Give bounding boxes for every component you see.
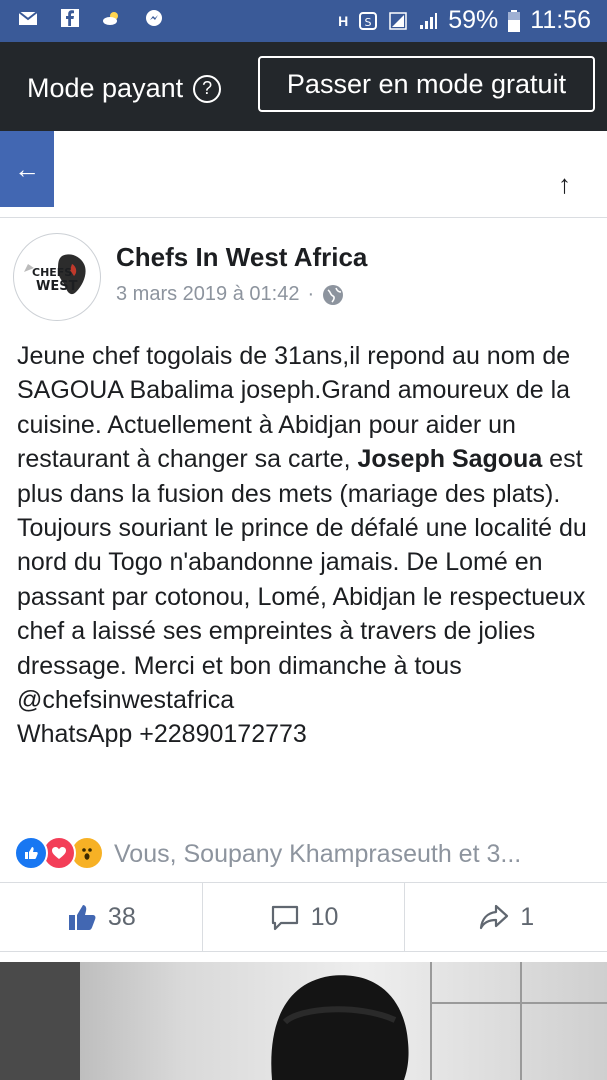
network-type-icon: H xyxy=(338,12,349,29)
paid-mode-label: Mode payant ? xyxy=(27,73,222,104)
svg-text:WEST: WEST xyxy=(36,279,78,294)
meta-separator: · xyxy=(307,283,315,305)
weather-icon xyxy=(103,12,118,25)
globe-icon xyxy=(323,284,344,305)
status-bar: H S 59% 11:56 xyxy=(0,0,607,42)
svg-text:S: S xyxy=(365,16,372,29)
reactors-summary[interactable]: Vous, Soupany Khampraseuth et 3... xyxy=(114,840,521,869)
messenger-icon xyxy=(146,10,162,26)
clock: 11:56 xyxy=(530,6,591,34)
post-handle[interactable]: @chefsinwestafrica xyxy=(17,683,597,717)
nav-bar: ← ↑ xyxy=(0,131,607,218)
thumbs-up-icon xyxy=(68,905,96,930)
back-arrow-icon[interactable]: ← xyxy=(0,131,54,207)
data-saver-icon: S xyxy=(359,11,378,30)
reaction-icons[interactable] xyxy=(14,836,104,870)
post-date[interactable]: 3 mars 2019 à 01:42 xyxy=(116,283,299,306)
page-avatar[interactable]: CHEFS WEST xyxy=(13,233,101,321)
comment-count: 10 xyxy=(310,902,339,931)
share-icon xyxy=(480,904,509,930)
post-photo[interactable] xyxy=(0,962,607,1080)
share-button[interactable]: 1 xyxy=(404,883,607,951)
comment-icon xyxy=(271,905,298,931)
battery-percent: 59% xyxy=(448,6,499,34)
like-count: 38 xyxy=(107,902,136,931)
battery-icon xyxy=(508,9,521,32)
wifi-signal-icon xyxy=(389,11,407,30)
mail-icon xyxy=(18,11,38,25)
mode-label-text: Mode payant xyxy=(27,73,184,103)
scroll-up-arrow-icon[interactable]: ↑ xyxy=(558,169,571,200)
cell-signal-icon xyxy=(420,12,438,29)
like-button[interactable]: 38 xyxy=(0,883,202,951)
post-whatsapp: WhatsApp +22890172773 xyxy=(17,720,307,749)
post-body: Jeune chef togolais de 31ans,il repond a… xyxy=(17,339,597,752)
post-meta: 3 mars 2019 à 01:42 · xyxy=(116,283,344,306)
switch-free-mode-button[interactable]: Passer en mode gratuit xyxy=(258,56,595,112)
action-bar: 38 10 1 xyxy=(0,882,607,952)
svg-text:CHEFS: CHEFS xyxy=(32,266,72,279)
chef-portrait-image xyxy=(0,962,607,1080)
facebook-icon xyxy=(61,9,79,27)
like-icon xyxy=(14,836,48,870)
mode-bar: Mode payant ? Passer en mode gratuit xyxy=(0,42,607,131)
share-count: 1 xyxy=(520,902,535,931)
chefs-west-logo: CHEFS WEST xyxy=(24,254,86,295)
page-name-link[interactable]: Chefs In West Africa xyxy=(116,242,367,273)
help-icon[interactable]: ? xyxy=(193,74,222,103)
post-text-part-2: est plus dans la fusion des mets (mariag… xyxy=(17,445,587,680)
comment-button[interactable]: 10 xyxy=(201,883,405,951)
mention-link[interactable]: Joseph Sagoua xyxy=(357,445,542,473)
post-paragraph: Jeune chef togolais de 31ans,il repond a… xyxy=(17,339,597,683)
